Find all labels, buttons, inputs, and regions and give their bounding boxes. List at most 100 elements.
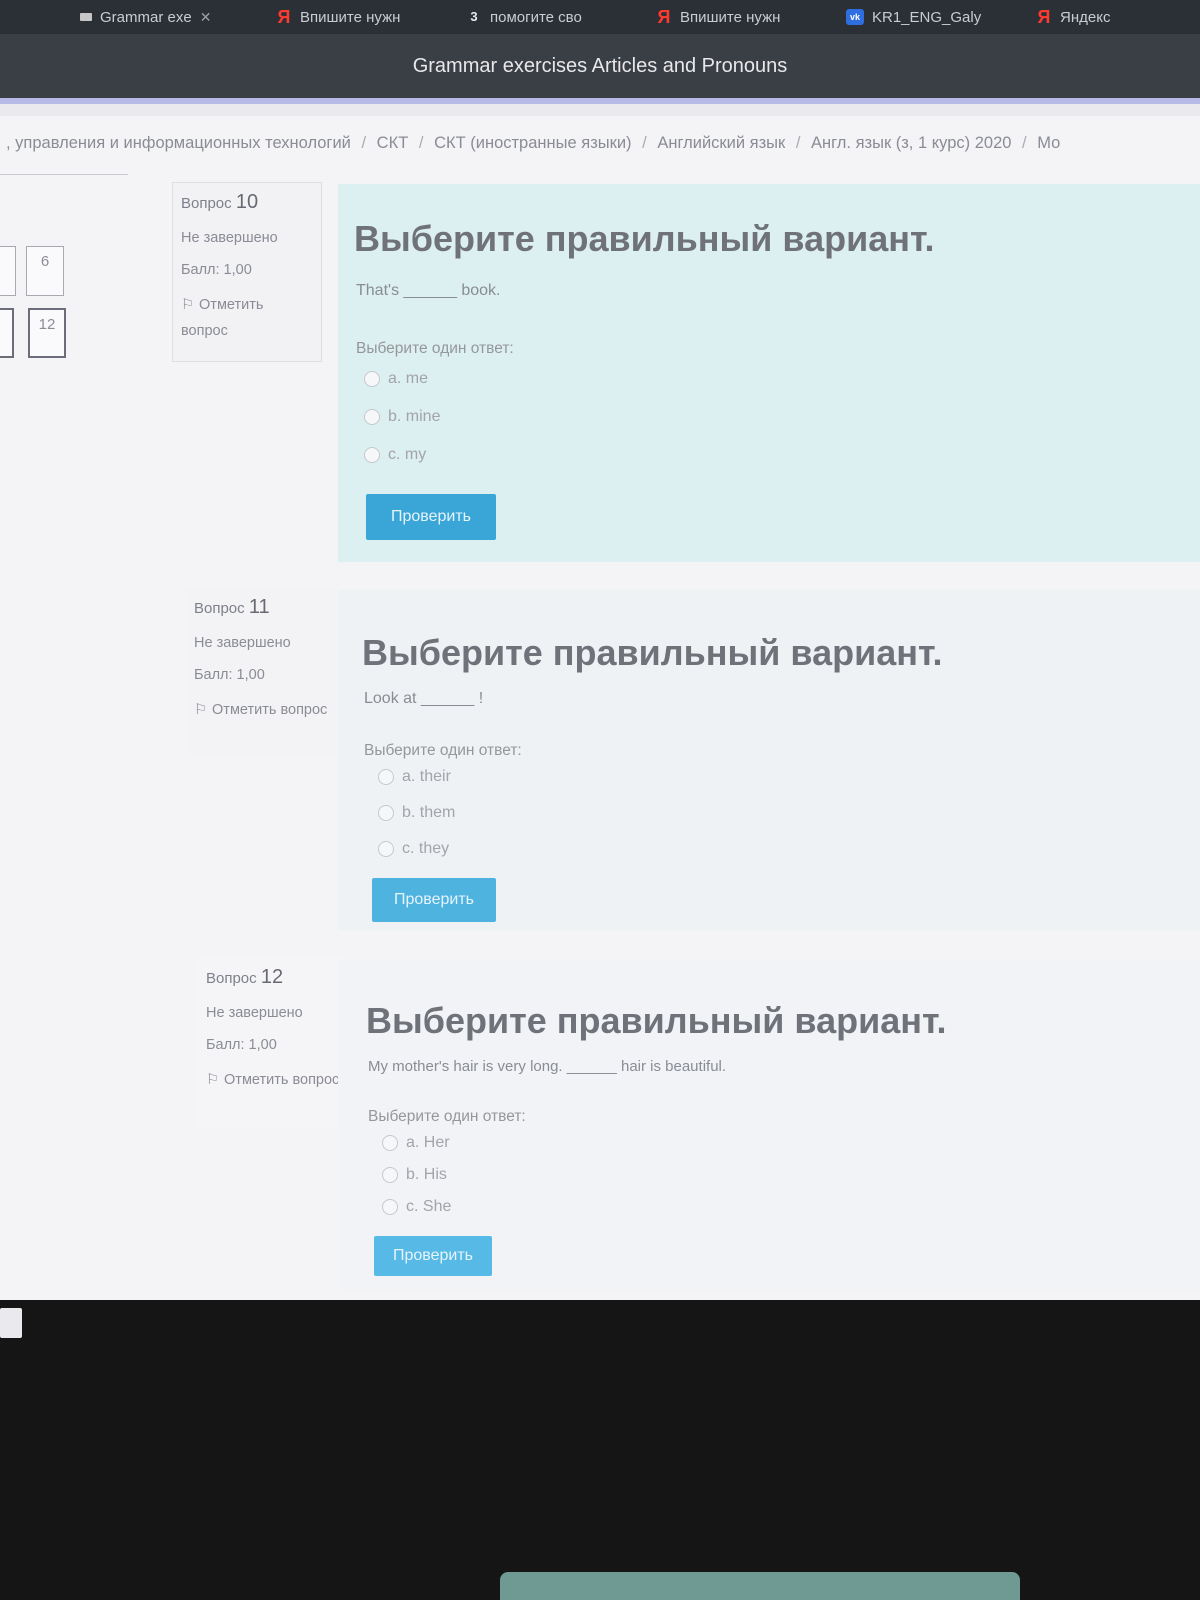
- breadcrumb-separator: /: [795, 134, 801, 152]
- breadcrumb-item[interactable]: Англ. язык (з, 1 курс) 2020: [811, 134, 1011, 152]
- breadcrumb-item[interactable]: , управления и информационных технологий: [6, 134, 351, 152]
- option-label: a. their: [402, 768, 451, 785]
- question-text: Look at ______ !: [364, 690, 484, 707]
- document-icon: [80, 13, 92, 21]
- option-label: c. they: [402, 840, 450, 857]
- check-button[interactable]: Проверить: [374, 1236, 492, 1276]
- answer-option-a[interactable]: a. Her: [382, 1134, 450, 1152]
- tab-label: Grammar exe: [100, 8, 192, 26]
- question-number: Вопрос 10: [181, 191, 313, 214]
- question-heading: Выберите правильный вариант.: [366, 1000, 947, 1041]
- vk-icon: vk: [846, 9, 864, 25]
- quiz-nav-button[interactable]: 6: [26, 246, 64, 296]
- question-grade: Балл: 1,00: [181, 262, 252, 278]
- object-in-foreground: [500, 1572, 1020, 1600]
- radio-button[interactable]: [378, 805, 394, 821]
- quiz-nav-button[interactable]: [0, 246, 16, 296]
- breadcrumb-item[interactable]: СКТ (иностранные языки): [434, 134, 631, 152]
- question-label: Вопрос: [206, 970, 257, 987]
- radio-button[interactable]: [364, 447, 380, 463]
- tab-label: Яндекс: [1060, 8, 1111, 26]
- tab-label: помогите сво: [490, 8, 582, 26]
- question-number: Вопрос 11: [194, 596, 328, 619]
- znanija-icon: 3: [470, 9, 478, 24]
- breadcrumb-separator: /: [642, 134, 647, 152]
- answer-option-b[interactable]: b. His: [382, 1166, 447, 1184]
- breadcrumb-separator: /: [418, 134, 424, 152]
- window-title: Grammar exercises Articles and Pronouns: [412, 54, 788, 77]
- flag-icon: ⚐: [181, 297, 194, 313]
- quiz-nav-button[interactable]: 1: [0, 308, 14, 358]
- question-number-value: 12: [260, 966, 284, 988]
- divider: [0, 174, 128, 175]
- option-label: c. my: [388, 446, 427, 463]
- tab-vpishite-1[interactable]: Я Впишите нужн: [276, 4, 401, 30]
- taskbar-app-icon[interactable]: [0, 1308, 22, 1338]
- answer-option-b[interactable]: b. them: [378, 804, 455, 822]
- question-state: Не завершено: [181, 230, 278, 246]
- window-title-bar: Grammar exercises Articles and Pronouns: [0, 34, 1200, 98]
- answer-prompt: Выберите один ответ:: [368, 1108, 526, 1125]
- tab-grammar-exercises[interactable]: Grammar exe ✕: [80, 4, 211, 30]
- radio-button[interactable]: [382, 1199, 398, 1215]
- check-button[interactable]: Проверить: [366, 494, 496, 540]
- answer-option-a[interactable]: a. their: [378, 768, 451, 786]
- option-label: b. mine: [388, 408, 441, 425]
- yandex-icon: Я: [1037, 7, 1051, 27]
- answer-prompt: Выберите один ответ:: [364, 742, 522, 759]
- flag-label: Отметить вопрос: [224, 1072, 340, 1088]
- question-grade: Балл: 1,00: [206, 1037, 277, 1053]
- tab-vpishite-2[interactable]: Я Впишите нужн: [656, 4, 781, 30]
- question-number-value: 10: [235, 191, 259, 213]
- question-content-11: Выберите правильный вариант. Look at ___…: [338, 590, 1200, 930]
- option-label: b. them: [402, 804, 456, 821]
- check-button[interactable]: Проверить: [372, 878, 496, 922]
- radio-button[interactable]: [378, 769, 394, 785]
- radio-button[interactable]: [364, 371, 380, 387]
- tab-yandex[interactable]: Я Яндекс: [1036, 4, 1111, 30]
- answer-option-a[interactable]: a. me: [364, 370, 428, 388]
- flag-question-link[interactable]: ⚐ Отметить вопрос: [181, 292, 313, 344]
- flag-label: Отметить вопрос: [212, 702, 328, 718]
- question-label: Вопрос: [181, 195, 232, 212]
- radio-button[interactable]: [382, 1167, 398, 1183]
- answer-option-c[interactable]: c. they: [378, 840, 449, 858]
- tab-label: KR1_ENG_Galy: [872, 8, 982, 26]
- page-header-strip: [0, 104, 1200, 116]
- radio-button[interactable]: [382, 1135, 398, 1151]
- question-grade: Балл: 1,00: [194, 667, 265, 683]
- question-number: Вопрос 12: [206, 966, 340, 989]
- tab-pomogite[interactable]: 3 помогите сво: [466, 4, 582, 30]
- radio-button[interactable]: [378, 841, 394, 857]
- breadcrumb: , управления и информационных технологий…: [6, 134, 1060, 153]
- breadcrumb-item[interactable]: СКТ: [377, 134, 409, 152]
- question-state: Не завершено: [206, 1005, 303, 1021]
- breadcrumb-separator: /: [361, 134, 367, 152]
- breadcrumb-item[interactable]: Английский язык: [657, 134, 785, 152]
- answer-option-b[interactable]: b. mine: [364, 408, 440, 426]
- option-label: a. me: [388, 370, 429, 387]
- question-heading: Выберите правильный вариант.: [354, 218, 935, 259]
- answer-option-c[interactable]: c. She: [382, 1198, 451, 1216]
- question-info-12: Вопрос 12 Не завершено Балл: 1,00 ⚐ Отме…: [198, 958, 348, 1128]
- radio-button[interactable]: [364, 409, 380, 425]
- tab-kr1-eng[interactable]: vk KR1_ENG_Galy: [846, 4, 981, 30]
- question-content-10: Выберите правильный вариант. That's ____…: [338, 184, 1200, 562]
- breadcrumb-item[interactable]: Мо: [1037, 134, 1060, 152]
- question-info-11: Вопрос 11 Не завершено Балл: 1,00 ⚐ Отме…: [186, 588, 336, 758]
- question-number-value: 11: [248, 596, 270, 618]
- flag-question-link[interactable]: ⚐ Отметить вопрос: [194, 697, 328, 723]
- option-label: b. His: [406, 1166, 447, 1183]
- yandex-icon: Я: [277, 7, 291, 27]
- answer-option-c[interactable]: c. my: [364, 446, 426, 464]
- question-info-10: Вопрос 10 Не завершено Балл: 1,00 ⚐ Отме…: [172, 182, 322, 362]
- question-text: That's ______ book.: [356, 282, 501, 299]
- question-label: Вопрос: [194, 600, 245, 617]
- close-tab-icon[interactable]: ✕: [200, 9, 212, 26]
- breadcrumb-separator: /: [1022, 134, 1027, 152]
- question-content-12: Выберите правильный вариант. My mother's…: [338, 960, 1200, 1290]
- quiz-nav-button[interactable]: 12: [28, 308, 66, 358]
- yandex-icon: Я: [657, 7, 671, 27]
- flag-question-link[interactable]: ⚐ Отметить вопрос: [206, 1067, 340, 1093]
- flag-icon: ⚐: [206, 1072, 219, 1088]
